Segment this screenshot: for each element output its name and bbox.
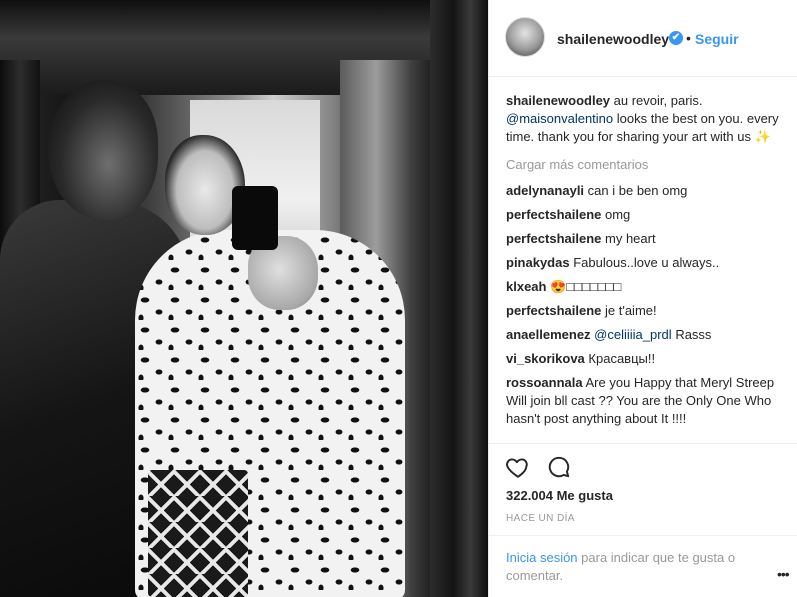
caption-mention-link[interactable]: @maisonvalentino <box>506 111 613 126</box>
verified-badge-icon: ✔ <box>669 31 683 45</box>
comment-username[interactable]: perfectshailene <box>506 303 601 318</box>
likes-count[interactable]: 322.004 Me gusta <box>506 488 613 503</box>
comment-item: perfectshailene omg <box>506 206 786 224</box>
comment-username[interactable]: perfectshailene <box>506 231 601 246</box>
comment-text: 😍□□□□□□□ <box>550 279 622 294</box>
comment-username[interactable]: vi_skorikova <box>506 351 585 366</box>
comment-text: omg <box>605 207 631 222</box>
comment-item: pinakydas Fabulous..love u always.. <box>506 254 786 272</box>
comment-username[interactable]: anaellemenez <box>506 327 591 342</box>
post-sidebar: shailenewoodley ✔ • Seguir shailenewoodl… <box>488 0 797 597</box>
post-timestamp: HACE UN DÍA <box>506 513 575 524</box>
header-username[interactable]: shailenewoodley <box>557 31 669 47</box>
caption-username[interactable]: shailenewoodley <box>506 93 610 108</box>
post-photo[interactable] <box>0 0 488 597</box>
comment-item: klxeah 😍□□□□□□□ <box>506 278 786 296</box>
comments-list: shailenewoodley au revoir, paris. @maiso… <box>506 92 786 434</box>
phone <box>232 186 278 250</box>
comment-text: can i be ben omg <box>587 183 688 198</box>
heart-icon[interactable] <box>505 454 531 480</box>
comment-text: my heart <box>605 231 656 246</box>
comment-item: vi_skorikova Красавцы!! <box>506 350 786 368</box>
instagram-post: shailenewoodley ✔ • Seguir shailenewoodl… <box>0 0 797 597</box>
comment-username[interactable]: perfectshailene <box>506 207 601 222</box>
comment-item: rossoannala Are you Happy that Meryl Str… <box>506 374 786 428</box>
comment-text: je t'aime! <box>605 303 657 318</box>
comment-username[interactable]: klxeah <box>506 279 546 294</box>
comment-username[interactable]: pinakydas <box>506 255 570 270</box>
mirror-frame-right <box>430 0 488 597</box>
comment-text: Fabulous..love u always.. <box>573 255 720 270</box>
actions-divider <box>489 443 797 444</box>
comment-username[interactable]: rossoannala <box>506 375 583 390</box>
profile-avatar[interactable] <box>505 17 545 57</box>
comment-text: Красавцы!! <box>588 351 656 366</box>
studded-bag <box>148 470 248 597</box>
login-divider <box>489 535 797 536</box>
caption-text-before: au revoir, paris. <box>610 93 703 108</box>
login-link[interactable]: Inicia sesión <box>506 550 578 565</box>
man-head <box>48 80 158 220</box>
load-more-comments-button[interactable]: Cargar más comentarios <box>506 156 786 174</box>
post-header: shailenewoodley ✔ • Seguir <box>489 0 797 77</box>
comment-item: perfectshailene je t'aime! <box>506 302 786 320</box>
separator-dot: • <box>686 30 691 46</box>
comment-username[interactable]: adelynanayli <box>506 183 584 198</box>
comment-text: Rasss <box>675 327 712 342</box>
comment-item: perfectshailene my heart <box>506 230 786 248</box>
comment-mention-link[interactable]: @celiiiia_prdl <box>594 327 672 342</box>
comment-item: anaellemenez @celiiiia_prdl Rasss <box>506 326 786 344</box>
more-options-icon[interactable]: ••• <box>777 566 790 582</box>
login-prompt: Inicia sesión para indicar que te gusta … <box>506 549 776 585</box>
comment-item: adelynanayli can i be ben omg <box>506 182 786 200</box>
post-caption: shailenewoodley au revoir, paris. @maiso… <box>506 92 786 146</box>
comment-icon[interactable] <box>546 454 572 480</box>
follow-button[interactable]: Seguir <box>695 31 739 47</box>
